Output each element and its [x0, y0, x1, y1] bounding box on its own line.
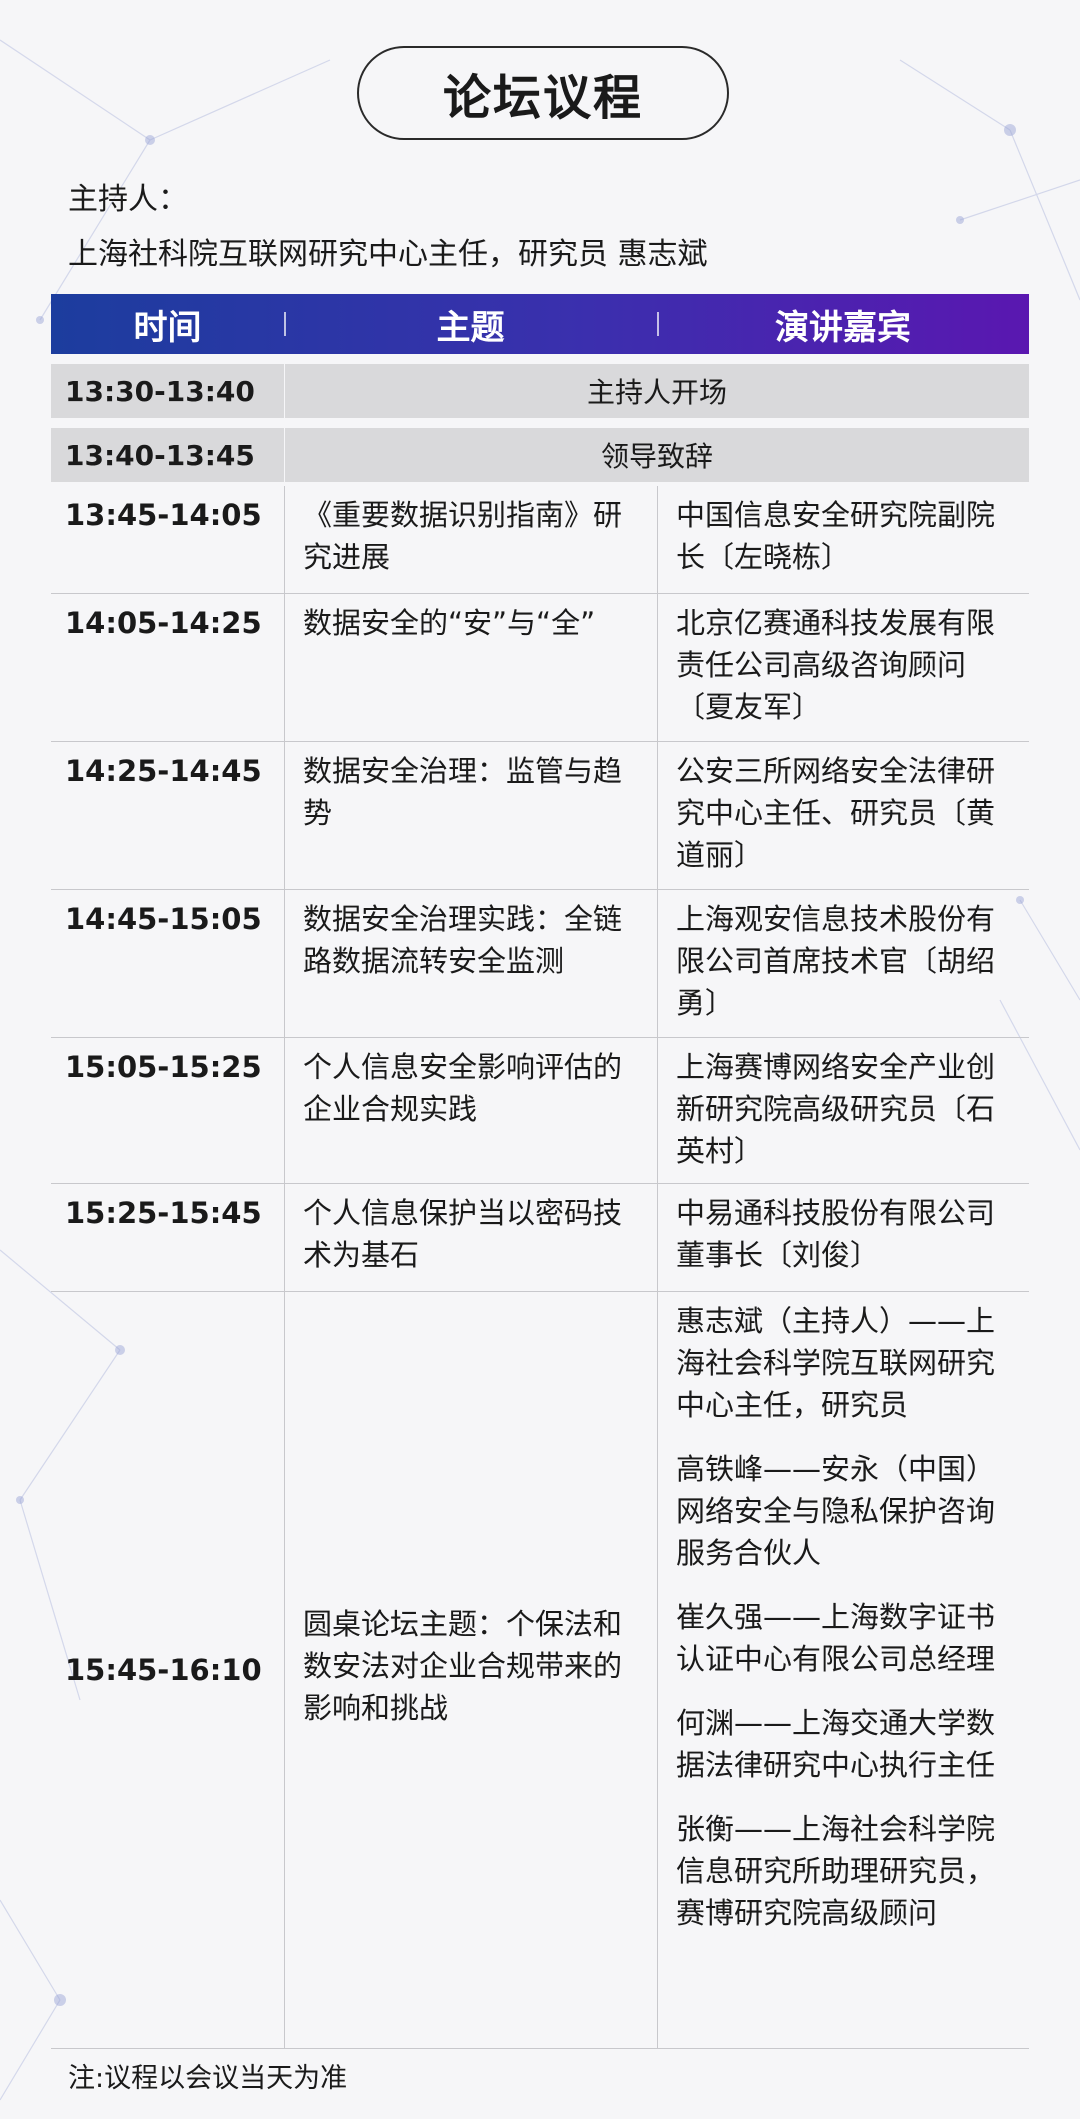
panel-speaker: 张衡——上海社会科学院信息研究所助理研究员，赛博研究院高级顾问 [676, 1812, 996, 1930]
row-topic: 个人信息安全影响评估的企业合规实践 [284, 1038, 657, 1183]
row-speaker: 公安三所网络安全法律研究中心主任、研究员〔黄道丽〕 [657, 742, 1029, 889]
table-row: 14:05-14:25 数据安全的“安”与“全” 北京亿赛通科技发展有限责任公司… [51, 594, 1029, 742]
row-time: 15:25-15:45 [65, 1196, 262, 1230]
row-topic: 圆桌论坛主题：个保法和数安法对企业合规带来的影响和挑战 [284, 1292, 657, 2048]
row-time: 13:40-13:45 [65, 438, 255, 472]
row-topic: 数据安全治理：监管与趋势 [284, 742, 657, 889]
row-speaker: 中易通科技股份有限公司董事长〔刘俊〕 [657, 1184, 1029, 1291]
row-time: 14:25-14:45 [65, 754, 262, 788]
row-topic: 数据安全治理实践：全链路数据流转安全监测 [284, 890, 657, 1037]
panel-speaker: 惠志斌（主持人）——上海社会科学院互联网研究中心主任，研究员 [676, 1304, 996, 1422]
panel-speaker: 何渊——上海交通大学数据法律研究中心执行主任 [676, 1706, 996, 1782]
header-topic: 主题 [284, 294, 657, 354]
row-topic: 个人信息保护当以密码技术为基石 [284, 1184, 657, 1291]
agenda-table: 时间 主题 演讲嘉宾 13:30-13:40 主持人开场 13:40-13:45… [51, 294, 1029, 2049]
table-row: 14:45-15:05 数据安全治理实践：全链路数据流转安全监测 上海观安信息技… [51, 890, 1029, 1038]
table-row: 14:25-14:45 数据安全治理：监管与趋势 公安三所网络安全法律研究中心主… [51, 742, 1029, 890]
row-topic: 主持人开场 [284, 364, 1029, 418]
table-row-panel: 15:45-16:10 圆桌论坛主题：个保法和数安法对企业合规带来的影响和挑战 … [51, 1292, 1029, 2049]
panel-speaker: 崔久强——上海数字证书认证中心有限公司总经理 [676, 1600, 996, 1676]
table-row: 13:40-13:45 领导致辞 [51, 428, 1029, 482]
panel-speakers: 惠志斌（主持人）——上海社会科学院互联网研究中心主任，研究员 高铁峰——安永（中… [657, 1292, 1029, 2048]
row-time: 14:45-15:05 [65, 902, 262, 936]
row-time: 13:30-13:40 [65, 374, 255, 408]
row-time: 15:45-16:10 [65, 1653, 262, 1687]
row-time: 14:05-14:25 [65, 606, 262, 640]
page-title: 论坛议程 [357, 46, 729, 140]
table-row: 15:25-15:45 个人信息保护当以密码技术为基石 中易通科技股份有限公司董… [51, 1184, 1029, 1292]
row-speaker: 上海赛博网络安全产业创新研究院高级研究员〔石英村〕 [657, 1038, 1029, 1183]
table-row: 15:05-15:25 个人信息安全影响评估的企业合规实践 上海赛博网络安全产业… [51, 1038, 1029, 1184]
row-speaker: 中国信息安全研究院副院长〔左晓栋〕 [657, 486, 1029, 593]
host-name: 上海社科院互联网研究中心主任，研究员 惠志斌 [68, 237, 708, 272]
panel-speaker: 高铁峰——安永（中国）网络安全与隐私保护咨询服务合伙人 [676, 1452, 996, 1570]
footnote: 注:议程以会议当天为准 [68, 2063, 348, 2094]
row-speaker: 上海观安信息技术股份有限公司首席技术官〔胡绍勇〕 [657, 890, 1029, 1037]
header-time: 时间 [133, 307, 202, 348]
host-label: 主持人： [68, 182, 188, 217]
row-topic: 《重要数据识别指南》研究进展 [284, 486, 657, 593]
row-topic: 领导致辞 [284, 428, 1029, 482]
row-speaker: 北京亿赛通科技发展有限责任公司高级咨询顾问〔夏友军〕 [657, 594, 1029, 741]
header-speaker: 演讲嘉宾 [657, 294, 1029, 354]
table-row: 13:45-14:05 《重要数据识别指南》研究进展 中国信息安全研究院副院长〔… [51, 486, 1029, 594]
table-row: 13:30-13:40 主持人开场 [51, 364, 1029, 418]
row-topic: 数据安全的“安”与“全” [284, 594, 657, 741]
table-header: 时间 主题 演讲嘉宾 [51, 294, 1029, 354]
row-time: 13:45-14:05 [65, 498, 262, 532]
row-time: 15:05-15:25 [65, 1050, 262, 1084]
